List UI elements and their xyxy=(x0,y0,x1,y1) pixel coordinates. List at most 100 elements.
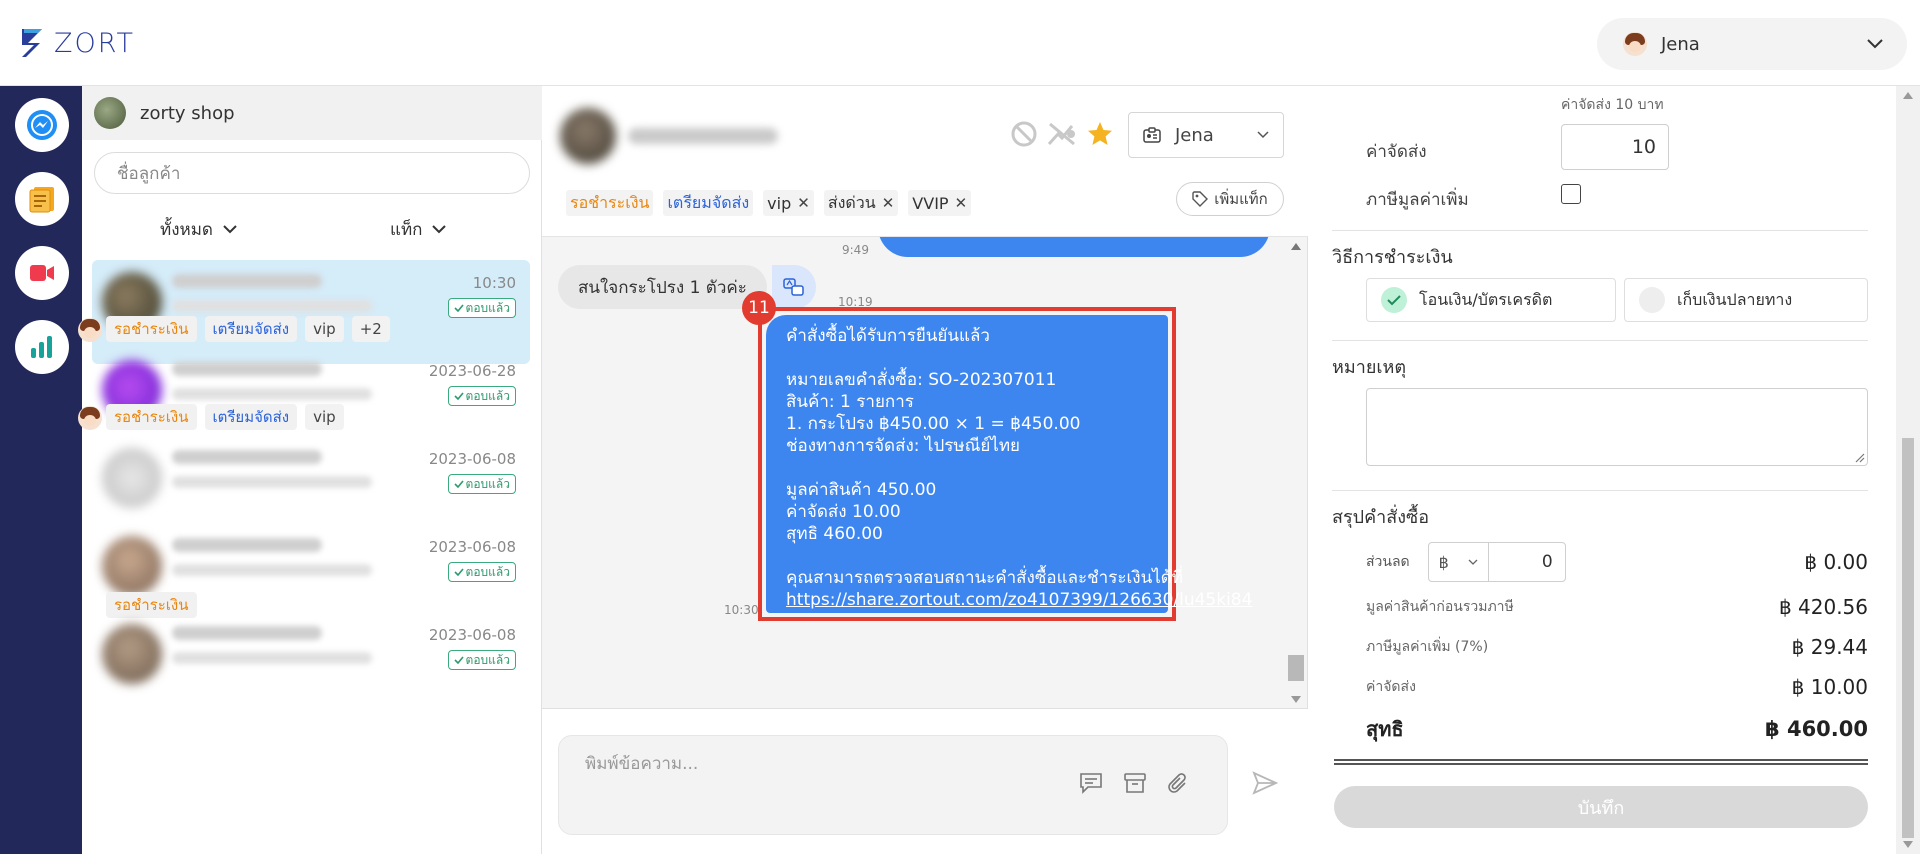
discount-total: ฿ 0.00 xyxy=(1804,550,1868,574)
message-time: 10:30 xyxy=(724,603,759,617)
assign-agent-select[interactable]: Jena xyxy=(1128,112,1284,158)
chevron-down-icon xyxy=(1257,131,1269,139)
user-menu[interactable]: Jena xyxy=(1597,18,1907,70)
attachment-icon[interactable] xyxy=(1167,772,1189,796)
customer-name-blurred xyxy=(172,274,322,288)
payment-cod-option[interactable]: เก็บเงินปลายทาง xyxy=(1624,278,1868,322)
vat-label: ภาษีมูลค่าเพิ่ม xyxy=(1366,190,1469,210)
order-item-detail: 1. กระโปรง ฿450.00 × 1 = ฿450.00 xyxy=(786,414,1081,434)
remove-tag-icon[interactable]: ✕ xyxy=(797,194,810,212)
chat-tag-label: ส่งด่วน xyxy=(827,192,876,212)
note-title: หมายเหตุ xyxy=(1332,357,1407,378)
scroll-thumb[interactable] xyxy=(1288,655,1304,681)
filter-tag-label: แท็ก xyxy=(390,220,423,240)
assigned-agent-avatar xyxy=(78,406,102,430)
tag-icon xyxy=(1192,191,1209,207)
shipping-channel-line: ช่องทางการจัดส่ง: ไปรษณีย์ไทย xyxy=(786,435,1168,457)
customer-name-blurred xyxy=(172,626,322,640)
quick-reply-icon[interactable] xyxy=(1079,772,1103,794)
order-status-link[interactable]: https://share.zortout.com/zo4107399/1266… xyxy=(786,589,1252,611)
chevron-down-icon xyxy=(1867,39,1883,49)
customer-search-input[interactable]: ชื่อลูกค้า xyxy=(94,152,530,194)
translate-icon[interactable] xyxy=(772,265,816,309)
chat-tag: รอชำระเงิน xyxy=(566,190,654,216)
discount-input[interactable]: 0 xyxy=(1489,543,1565,581)
filter-all-dropdown[interactable]: ทั้งหมด xyxy=(160,216,237,243)
payment-option-label: เก็บเงินปลายทาง xyxy=(1677,289,1793,309)
nav-rail xyxy=(0,86,82,854)
filter-tag-dropdown[interactable]: แท็ก xyxy=(390,216,447,243)
shipping-channel-value: ไปรษณีย์ไทย xyxy=(919,436,1021,456)
order-confirmation-message: คำสั่งซื้อได้รับการยืนยันแล้ว หมายเลขคำส… xyxy=(766,315,1252,613)
note-textarea[interactable] xyxy=(1366,388,1868,466)
chevron-down-icon xyxy=(432,225,447,234)
replied-badge: ตอบแล้ว xyxy=(447,562,516,582)
shipping-fee-line: ค่าจัดส่ง 10.00 xyxy=(786,501,1168,523)
tag: เตรียมจัดส่ง xyxy=(204,316,298,342)
replied-label: ตอบแล้ว xyxy=(465,564,510,579)
replied-label: ตอบแล้ว xyxy=(465,300,510,315)
conversation-time: 10:30 xyxy=(472,274,516,292)
scroll-up-arrow[interactable] xyxy=(1291,243,1301,250)
order-number-label: หมายเลขคำสั่งซื้อ: xyxy=(786,370,923,390)
message-scrollbar[interactable] xyxy=(1286,237,1306,708)
message-thread[interactable]: 9:49 สนใจกระโปรง 1 ตัวค่ะ 10:19 คำสั่งซื… xyxy=(542,236,1308,708)
summary-rule xyxy=(1334,759,1868,761)
panel-scrollbar[interactable] xyxy=(1896,86,1920,854)
shipping-summary-value: ฿ 10.00 xyxy=(1791,675,1868,699)
add-tag-button[interactable]: เพิ่มแท็ก xyxy=(1176,182,1284,216)
customer-avatar xyxy=(560,108,616,164)
scroll-down-arrow[interactable] xyxy=(1291,696,1301,703)
block-icon[interactable] xyxy=(1010,120,1038,148)
payment-transfer-option[interactable]: โอนเงิน/บัตรเครดิต xyxy=(1366,278,1616,322)
scroll-thumb[interactable] xyxy=(1902,438,1914,838)
rail-video[interactable] xyxy=(15,246,69,300)
message-time: 9:49 xyxy=(842,243,869,257)
rail-orders[interactable] xyxy=(15,172,69,226)
resize-handle-icon[interactable] xyxy=(1855,453,1865,463)
remove-tag-icon[interactable]: ✕ xyxy=(955,194,968,212)
replied-label: ตอบแล้ว xyxy=(465,476,510,491)
send-icon[interactable] xyxy=(1252,771,1278,795)
message-preview-blurred xyxy=(172,652,372,664)
check-icon xyxy=(453,568,464,576)
customer-name-blurred xyxy=(172,362,322,376)
remove-tag-icon[interactable]: ✕ xyxy=(882,194,895,212)
order-title: คำสั่งซื้อได้รับการยืนยันแล้ว xyxy=(786,326,990,346)
scroll-up-arrow[interactable] xyxy=(1903,92,1913,99)
net-value: ฿ 460.00 xyxy=(1765,717,1868,741)
pre-tax-label: มูลค่าสินค้าก่อนรวมภาษี xyxy=(1366,599,1514,615)
vat-checkbox[interactable] xyxy=(1561,184,1581,204)
top-bar: ZORT Jena xyxy=(0,0,1920,86)
shipping-fee-value: 10.00 xyxy=(846,502,901,522)
payment-option-label: โอนเงิน/บัตรเครดิต xyxy=(1419,289,1553,309)
goods-value-label: มูลค่าสินค้า xyxy=(786,480,872,500)
mute-bot-icon[interactable] xyxy=(1046,120,1078,148)
logo-text: ZORT xyxy=(54,27,136,59)
message-preview-blurred xyxy=(172,300,372,312)
message-input[interactable]: พิมพ์ข้อความ... xyxy=(558,735,1228,835)
star-icon[interactable] xyxy=(1086,120,1114,148)
save-button[interactable]: บันทึก xyxy=(1334,786,1868,828)
rail-messenger[interactable] xyxy=(15,98,69,152)
conversation-time: 2023-06-28 xyxy=(428,362,516,380)
order-items-line: สินค้า: 1 รายการ xyxy=(786,391,1168,413)
scroll-down-arrow[interactable] xyxy=(1903,841,1913,848)
order-panel: ค่าจัดส่ง 10 บาท ค่าจัดส่ง 10 ภาษีมูลค่า… xyxy=(1308,86,1920,854)
check-icon xyxy=(1387,295,1401,306)
chat-tag: ส่งด่วน ✕ xyxy=(823,190,899,216)
tag: เตรียมจัดส่ง xyxy=(204,404,298,430)
discount-type-select[interactable]: ฿ xyxy=(1429,543,1489,581)
check-icon xyxy=(453,480,464,488)
zort-logo[interactable]: ZORT xyxy=(20,25,135,61)
chevron-down-icon xyxy=(223,225,237,234)
tag: vip xyxy=(305,316,344,342)
order-items-label: สินค้า: xyxy=(786,392,835,412)
user-name: Jena xyxy=(1661,33,1700,55)
conversation-tags: รอชำระเงิน เตรียมจัดส่ง vip +2 xyxy=(106,316,390,342)
chevron-down-icon xyxy=(1468,559,1478,565)
archive-box-icon[interactable] xyxy=(1123,772,1147,794)
rail-analytics[interactable] xyxy=(15,320,69,374)
shipping-fee-input[interactable]: 10 xyxy=(1561,124,1669,170)
conversation-item[interactable]: 2023-06-08 ตอบแล้ว xyxy=(92,612,530,716)
